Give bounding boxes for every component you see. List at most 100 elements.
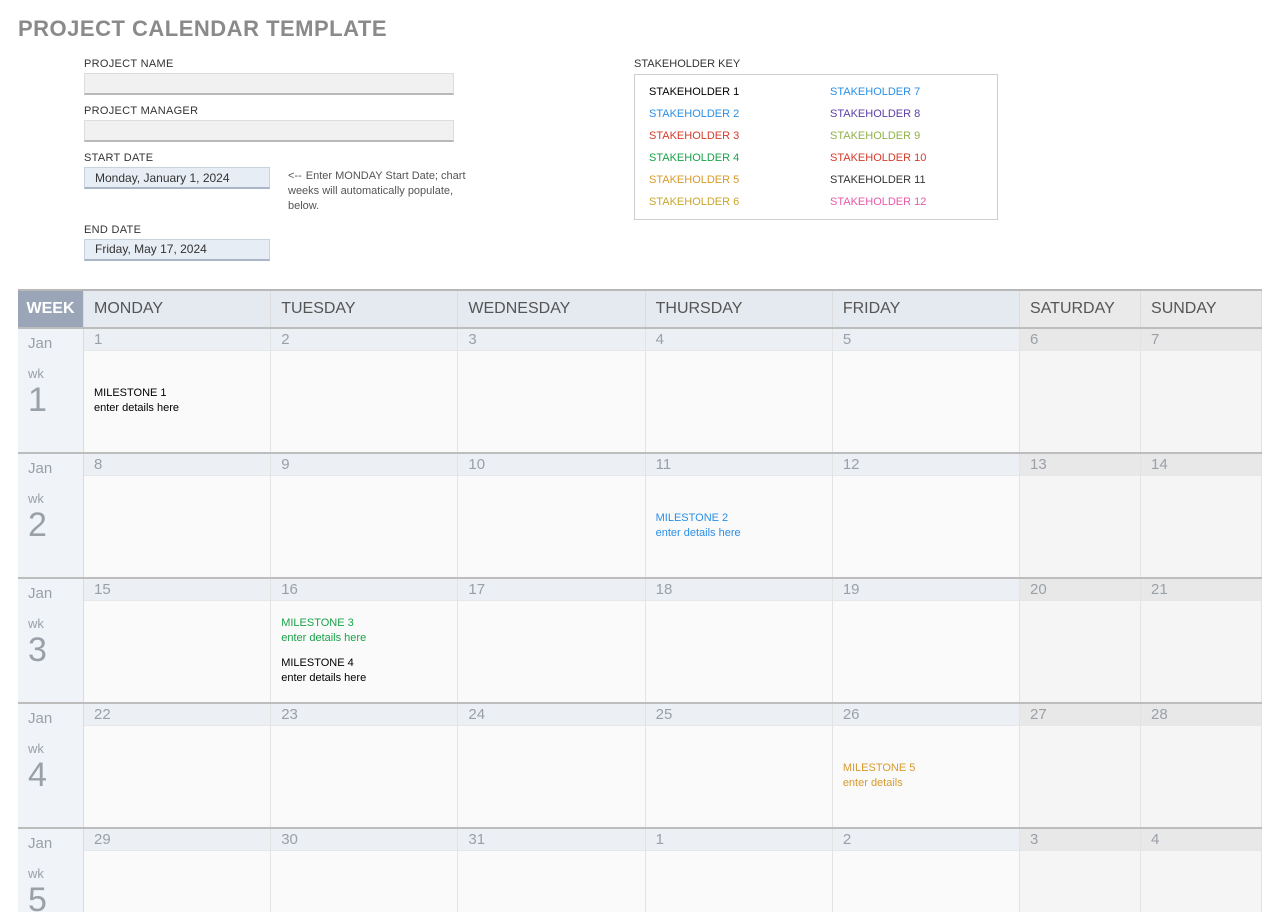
calendar-day-cell[interactable]: 2 xyxy=(271,329,458,452)
stakeholder-key-item: STAKEHOLDER 5 xyxy=(635,169,816,191)
calendar-day-cell[interactable]: 4 xyxy=(646,329,833,452)
calendar-day-cell[interactable]: 30 xyxy=(271,829,458,912)
day-number: 14 xyxy=(1141,454,1261,476)
project-name-label: PROJECT NAME xyxy=(84,58,524,70)
start-date-input[interactable] xyxy=(84,167,270,189)
calendar-day-cell[interactable]: 23 xyxy=(271,704,458,827)
day-number: 11 xyxy=(646,454,832,476)
day-number: 24 xyxy=(458,704,644,726)
calendar-day-cell[interactable]: 26MILESTONE 5enter details xyxy=(833,704,1020,827)
day-body xyxy=(458,601,644,702)
milestone-title: MILESTONE 4 xyxy=(281,656,447,671)
calendar-day-cell[interactable]: 18 xyxy=(646,579,833,702)
calendar-day-cell[interactable]: 22 xyxy=(84,704,271,827)
week-abbrev: wk xyxy=(28,866,73,881)
milestone-title: MILESTONE 5 xyxy=(843,761,1009,776)
day-body xyxy=(1141,351,1261,452)
calendar-day-cell[interactable]: 16MILESTONE 3enter details hereMILESTONE… xyxy=(271,579,458,702)
day-number: 5 xyxy=(833,329,1019,351)
week-month: Jan xyxy=(28,835,73,852)
stakeholder-key-item: STAKEHOLDER 7 xyxy=(816,81,997,103)
calendar-day-cell[interactable]: 10 xyxy=(458,454,645,577)
calendar-day-cell[interactable]: 25 xyxy=(646,704,833,827)
end-date-input[interactable] xyxy=(84,239,270,261)
project-name-input[interactable] xyxy=(84,73,454,95)
calendar-day-cell[interactable]: 15 xyxy=(84,579,271,702)
header-saturday: SATURDAY xyxy=(1020,291,1141,327)
day-body: MILESTONE 3enter details here MILESTONE 4… xyxy=(271,601,457,702)
day-number: 4 xyxy=(1141,829,1261,851)
week-label-cell: Janwk2 xyxy=(18,454,84,577)
day-number: 29 xyxy=(84,829,270,851)
day-body: MILESTONE 1enter details here xyxy=(84,351,270,452)
calendar-day-cell[interactable]: 2 xyxy=(833,829,1020,912)
header-wednesday: WEDNESDAY xyxy=(458,291,645,327)
day-number: 9 xyxy=(271,454,457,476)
calendar-day-cell[interactable]: 29 xyxy=(84,829,271,912)
day-body xyxy=(1020,476,1140,577)
calendar-day-cell[interactable]: 1 xyxy=(646,829,833,912)
day-body xyxy=(1020,351,1140,452)
week-label-cell: Janwk4 xyxy=(18,704,84,827)
milestone: MILESTONE 3enter details here xyxy=(281,616,447,646)
day-body xyxy=(833,851,1019,912)
stakeholder-key-item: STAKEHOLDER 4 xyxy=(635,147,816,169)
calendar-header-row: WEEK MONDAY TUESDAY WEDNESDAY THURSDAY F… xyxy=(18,291,1262,327)
stakeholder-key-item: STAKEHOLDER 2 xyxy=(635,103,816,125)
calendar-day-cell[interactable]: 3 xyxy=(458,329,645,452)
day-body xyxy=(1020,601,1140,702)
calendar-day-cell[interactable]: 6 xyxy=(1020,329,1141,452)
milestone-title: MILESTONE 2 xyxy=(656,511,822,526)
stakeholder-key-item: STAKEHOLDER 1 xyxy=(635,81,816,103)
calendar-day-cell[interactable]: 11 MILESTONE 2enter details here xyxy=(646,454,833,577)
day-body xyxy=(1141,726,1261,827)
calendar-day-cell[interactable]: 9 xyxy=(271,454,458,577)
calendar-day-cell[interactable]: 24 xyxy=(458,704,645,827)
milestone-subtext: enter details here xyxy=(281,671,447,686)
day-number: 10 xyxy=(458,454,644,476)
calendar-day-cell[interactable]: 4 xyxy=(1141,829,1262,912)
calendar-week-row: Janwk11MILESTONE 1enter details here2345… xyxy=(18,327,1262,452)
calendar-day-cell[interactable]: 13 xyxy=(1020,454,1141,577)
calendar-day-cell[interactable]: 17 xyxy=(458,579,645,702)
day-number: 18 xyxy=(646,579,832,601)
day-number: 12 xyxy=(833,454,1019,476)
day-body: MILESTONE 2enter details here xyxy=(646,476,832,577)
day-body xyxy=(271,851,457,912)
calendar-day-cell[interactable]: 5 xyxy=(833,329,1020,452)
day-number: 8 xyxy=(84,454,270,476)
stakeholder-key-item: STAKEHOLDER 10 xyxy=(816,147,997,169)
day-body xyxy=(271,476,457,577)
day-body xyxy=(646,851,832,912)
calendar-day-cell[interactable]: 14 xyxy=(1141,454,1262,577)
calendar-day-cell[interactable]: 31 xyxy=(458,829,645,912)
calendar-day-cell[interactable]: 28 xyxy=(1141,704,1262,827)
day-number: 2 xyxy=(271,329,457,351)
day-body xyxy=(84,851,270,912)
header-week: WEEK xyxy=(18,291,84,327)
day-number: 15 xyxy=(84,579,270,601)
calendar-day-cell[interactable]: 3 xyxy=(1020,829,1141,912)
day-body xyxy=(458,851,644,912)
milestone: MILESTONE 4enter details here xyxy=(281,656,447,686)
day-number: 23 xyxy=(271,704,457,726)
stakeholder-key-item: STAKEHOLDER 3 xyxy=(635,125,816,147)
header-friday: FRIDAY xyxy=(833,291,1020,327)
day-number: 30 xyxy=(271,829,457,851)
week-number: 2 xyxy=(28,508,73,542)
day-number: 25 xyxy=(646,704,832,726)
calendar-day-cell[interactable]: 1MILESTONE 1enter details here xyxy=(84,329,271,452)
calendar-day-cell[interactable]: 8 xyxy=(84,454,271,577)
calendar-day-cell[interactable]: 27 xyxy=(1020,704,1141,827)
day-body xyxy=(646,351,832,452)
calendar-week-row: Janwk31516MILESTONE 3enter details hereM… xyxy=(18,577,1262,702)
calendar-day-cell[interactable]: 19 xyxy=(833,579,1020,702)
calendar-day-cell[interactable]: 20 xyxy=(1020,579,1141,702)
calendar-day-cell[interactable]: 12 xyxy=(833,454,1020,577)
calendar-day-cell[interactable]: 7 xyxy=(1141,329,1262,452)
stakeholder-key-item: STAKEHOLDER 8 xyxy=(816,103,997,125)
milestone: MILESTONE 2enter details here xyxy=(656,511,822,541)
calendar-day-cell[interactable]: 21 xyxy=(1141,579,1262,702)
week-abbrev: wk xyxy=(28,616,73,631)
project-manager-input[interactable] xyxy=(84,120,454,142)
